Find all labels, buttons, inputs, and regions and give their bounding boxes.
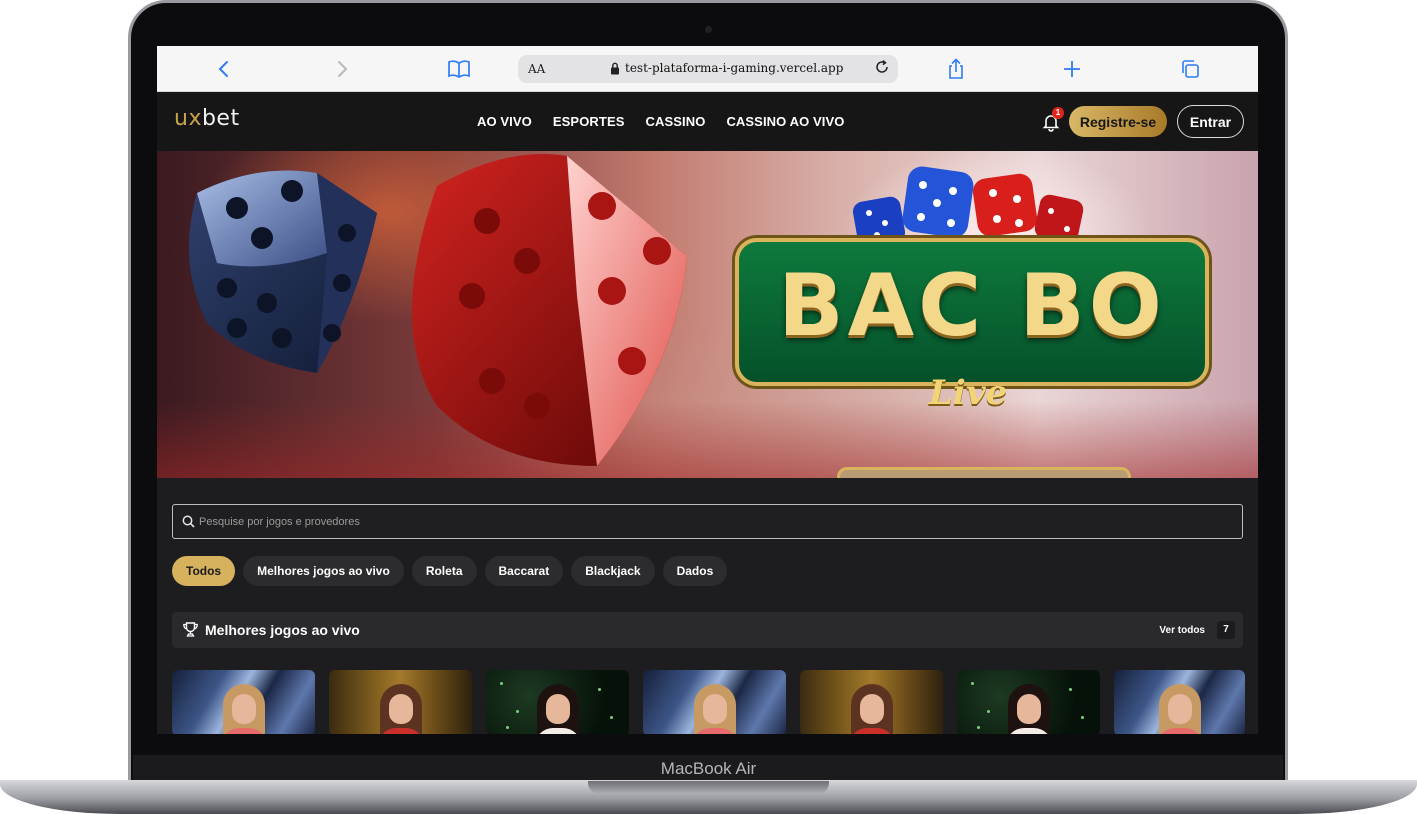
login-button[interactable]: Entrar — [1177, 105, 1244, 138]
game-search — [172, 504, 1243, 539]
dealer-avatar — [1153, 678, 1207, 734]
book-icon[interactable] — [446, 56, 472, 82]
section-title: Melhores jogos ao vivo — [205, 622, 360, 638]
filter-chips: Todos Melhores jogos ao vivo Roleta Bacc… — [172, 556, 728, 586]
game-card[interactable] — [800, 670, 943, 734]
address-bar[interactable]: AA test-plataforma-i-gaming.vercel.app — [518, 55, 898, 83]
dealer-avatar — [1002, 678, 1056, 734]
dealer-avatar — [374, 678, 428, 734]
plus-icon[interactable] — [1059, 56, 1085, 82]
game-card[interactable] — [329, 670, 472, 734]
logo-ux: ux — [174, 106, 202, 131]
main-nav: AO VIVO ESPORTES CASSINO CASSINO AO VIVO — [477, 114, 844, 129]
chevron-right-icon[interactable] — [329, 56, 355, 82]
register-button[interactable]: Registre-se — [1069, 106, 1167, 137]
game-card[interactable] — [486, 670, 629, 734]
red-die-image — [412, 154, 687, 466]
game-card[interactable] — [957, 670, 1100, 734]
game-cards-row — [172, 670, 1245, 734]
game-card[interactable] — [1114, 670, 1245, 734]
screen: AA test-plataforma-i-gaming.vercel.app u… — [157, 46, 1258, 734]
text-size-button[interactable]: AA — [528, 62, 545, 76]
game-card[interactable] — [172, 670, 315, 734]
search-input[interactable] — [199, 505, 1229, 538]
chip-melhores-jogos[interactable]: Melhores jogos ao vivo — [243, 556, 404, 586]
laptop-notch — [588, 781, 829, 793]
dealer-avatar — [531, 678, 585, 734]
device-label: MacBook Air — [660, 759, 757, 778]
chip-baccarat[interactable]: Baccarat — [484, 556, 564, 586]
reload-icon[interactable] — [874, 59, 890, 80]
nav-cassino[interactable]: CASSINO — [646, 114, 706, 129]
blue-die-image — [189, 170, 377, 373]
dealer-avatar — [845, 678, 899, 734]
hero-banner[interactable]: BAC BO Live — [157, 151, 1258, 478]
nav-cassino-ao-vivo[interactable]: CASSINO AO VIVO — [726, 114, 844, 129]
game-card[interactable] — [643, 670, 786, 734]
search-icon — [182, 515, 195, 528]
camera — [705, 26, 712, 33]
logo-bet: bet — [201, 106, 240, 131]
chevron-left-icon[interactable] — [211, 56, 237, 82]
site-header: uxbet AO VIVO ESPORTES CASSINO CASSINO A… — [157, 92, 1258, 151]
banner-title: BAC BO — [778, 256, 1166, 356]
chip-dados[interactable]: Dados — [662, 556, 728, 586]
see-all-link[interactable]: Ver todos — [1159, 625, 1205, 636]
share-icon[interactable] — [943, 56, 969, 82]
bac-bo-sign: BAC BO — [735, 238, 1209, 386]
nav-ao-vivo[interactable]: AO VIVO — [477, 114, 532, 129]
nav-esportes[interactable]: ESPORTES — [553, 114, 625, 129]
url-text: test-plataforma-i-gaming.vercel.app — [625, 61, 844, 75]
chip-blackjack[interactable]: Blackjack — [571, 556, 655, 586]
logo[interactable]: uxbet — [174, 106, 240, 131]
section-header: Melhores jogos ao vivo Ver todos 7 — [172, 612, 1243, 648]
tabs-icon[interactable] — [1177, 56, 1203, 82]
trophy-icon — [183, 622, 198, 637]
chip-roleta[interactable]: Roleta — [411, 556, 477, 586]
banner-plate — [837, 467, 1131, 478]
notification-badge: 1 — [1052, 107, 1064, 119]
section-count-badge: 7 — [1217, 621, 1235, 639]
browser-toolbar: AA test-plataforma-i-gaming.vercel.app — [157, 46, 1258, 92]
dealer-avatar — [217, 678, 271, 734]
lock-icon — [611, 62, 619, 75]
chip-todos[interactable]: Todos — [172, 556, 236, 586]
banner-subtitle: Live — [929, 373, 1008, 413]
dealer-avatar — [688, 678, 742, 734]
